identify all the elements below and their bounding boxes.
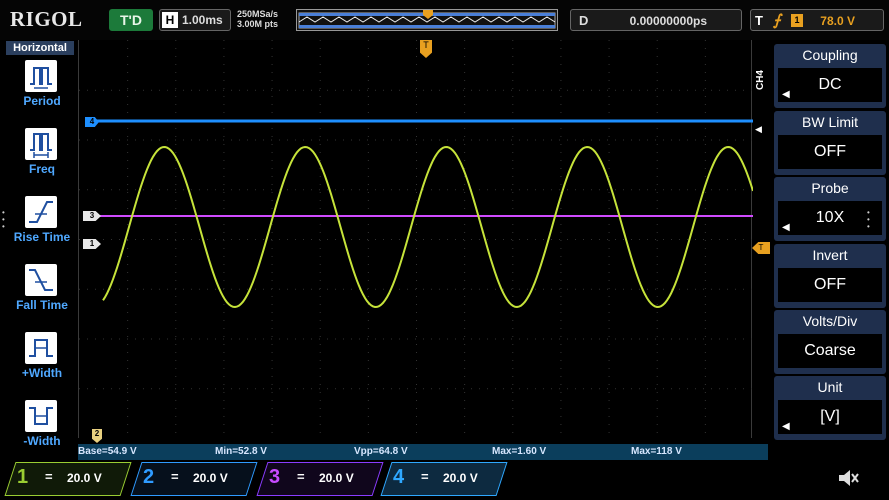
period-label: Period [23, 94, 61, 108]
ch2-ground-marker[interactable]: 2 [92, 429, 102, 443]
arrow-left-icon: ◀ [782, 89, 790, 100]
trigger-display[interactable]: T ⨍ 1 78.0 V [750, 9, 884, 31]
unit-menu-button[interactable]: Unit ◀ [V] [774, 376, 886, 440]
bw-limit-title: BW Limit [802, 114, 858, 130]
measurement-bar: Base=54.9 V Min=52.8 V Vpp=64.8 V Max=1.… [78, 444, 768, 460]
invert-menu-button[interactable]: Invert OFF [774, 244, 886, 308]
menu-title: Horizontal [6, 41, 74, 55]
freq-icon [25, 128, 57, 160]
dc-coupling-icon: = [45, 469, 53, 484]
unit-value: [V] [820, 408, 840, 425]
measure-max[interactable]: Max=1.60 V [492, 445, 546, 459]
sample-rate: 250MSa/s [237, 9, 279, 19]
arrow-left-icon: ◀ [782, 222, 790, 233]
trigger-label: T [755, 13, 763, 28]
delay-value: 0.00000000ps [629, 14, 707, 28]
channel-1-scale: 20.0 V [67, 471, 102, 485]
channel-3-box[interactable]: 3 = 20.0 V [256, 462, 384, 496]
grip-handle-icon[interactable]: • • • [2, 209, 7, 231]
bw-limit-menu-button[interactable]: BW Limit OFF [774, 111, 886, 175]
speaker-muted-icon[interactable] [836, 467, 860, 489]
channel-menu-label: CH4 [755, 70, 766, 91]
memory-waveform-icon [298, 10, 556, 29]
coupling-value-box: ◀ DC [777, 67, 883, 103]
freq-label: Freq [28, 162, 55, 176]
graticule [79, 40, 752, 433]
unit-title: Unit [817, 379, 843, 395]
memory-position-bar[interactable] [296, 9, 558, 31]
arrow-left-icon: ◀ [782, 421, 790, 432]
measure-period-button[interactable]: Period [12, 60, 78, 126]
positive-width-label: +Width [21, 366, 63, 380]
channel-4-scale: 20.0 V [443, 471, 478, 485]
invert-value-box: OFF [777, 267, 883, 303]
trigger-source: 1 [791, 14, 803, 27]
invert-title: Invert [812, 247, 848, 263]
channel-2-number: 2 [143, 466, 155, 488]
channel-1-number: 1 [17, 466, 29, 488]
channel-2-scale: 20.0 V [193, 471, 228, 485]
measure-freq-button[interactable]: Freq [12, 128, 78, 194]
coupling-value: DC [818, 76, 842, 93]
coupling-menu-button[interactable]: Coupling ◀ DC [774, 44, 886, 108]
measure-vpp[interactable]: Vpp=64.8 V [354, 445, 408, 459]
top-status-bar: RIGOL T'D H 1.00ms 250MSa/s 3.00M pts D … [0, 0, 889, 40]
coupling-title: Coupling [802, 47, 858, 63]
channel-bar: 1 = 20.0 V 2 = 20.0 V 3 = 20.0 V 4 = 20.… [0, 461, 889, 500]
measure-negative-width-button[interactable]: -Width [12, 400, 78, 466]
rise-time-label: Rise Time [13, 230, 71, 244]
volts-div-title: Volts/Div [802, 313, 858, 329]
brand-logo: RIGOL [10, 7, 83, 31]
channel-4-box[interactable]: 4 = 20.0 V [380, 462, 508, 496]
measure-min[interactable]: Min=52.8 V [215, 445, 267, 459]
unit-value-box: ◀ [V] [777, 399, 883, 435]
probe-value: 10X [815, 209, 845, 226]
negative-width-icon [25, 400, 57, 432]
dc-coupling-icon: = [421, 469, 429, 484]
period-icon [25, 60, 57, 92]
run-status-badge[interactable]: T'D [109, 9, 153, 31]
delay-badge: D [579, 13, 589, 28]
rising-edge-icon: ⨍ [773, 12, 781, 29]
channel-menu: CH4 ◀ Coupling ◀ DC BW Limit OFF Probe ◀… [752, 40, 889, 460]
delay-display[interactable]: D 0.00000000ps [570, 9, 742, 31]
volts-div-value: Coarse [804, 342, 856, 359]
arrow-left-icon: ◀ [755, 124, 762, 134]
positive-width-icon [25, 332, 57, 364]
dc-coupling-icon: = [171, 469, 179, 484]
measure-base[interactable]: Base=54.9 V [78, 445, 137, 459]
ch1-trace [102, 145, 753, 309]
bw-limit-value: OFF [814, 143, 846, 160]
measure-fall-time-button[interactable]: Fall Time [12, 264, 78, 330]
memory-depth: 3.00M pts [237, 19, 279, 29]
measure-rise-time-button[interactable]: Rise Time [12, 196, 78, 262]
bw-limit-value-box: OFF [777, 134, 883, 170]
grip-handle-icon[interactable]: • • • [867, 209, 872, 231]
volts-div-menu-button[interactable]: Volts/Div Coarse [774, 310, 886, 374]
waveform-grid [79, 40, 753, 433]
volts-div-value-box: Coarse [777, 333, 883, 369]
dc-coupling-icon: = [297, 469, 305, 484]
trigger-level-value: 78.0 V [820, 14, 855, 28]
invert-value: OFF [814, 276, 846, 293]
channel-3-number: 3 [269, 466, 281, 488]
channel-2-box[interactable]: 2 = 20.0 V [130, 462, 258, 496]
timebase-display[interactable]: H 1.00ms [159, 9, 231, 31]
measure-max-2[interactable]: Max=118 V [631, 445, 682, 459]
timebase-value: 1.00ms [182, 13, 223, 27]
channel-3-scale: 20.0 V [319, 471, 354, 485]
acquisition-info: 250MSa/s 3.00M pts [237, 9, 278, 29]
fall-time-icon [25, 264, 57, 296]
horizontal-measure-menu: Horizontal • • • Period Freq Rise Time Fal… [0, 40, 78, 460]
negative-width-label: -Width [23, 434, 61, 448]
probe-title: Probe [811, 180, 849, 196]
measure-positive-width-button[interactable]: +Width [12, 332, 78, 398]
horizontal-badge: H [162, 12, 178, 28]
rise-time-icon [25, 196, 57, 228]
channel-1-box[interactable]: 1 = 20.0 V [4, 462, 132, 496]
channel-4-number: 4 [393, 466, 405, 488]
waveform-display[interactable]: T 4 3 1 2 [78, 40, 753, 443]
fall-time-label: Fall Time [16, 298, 68, 312]
